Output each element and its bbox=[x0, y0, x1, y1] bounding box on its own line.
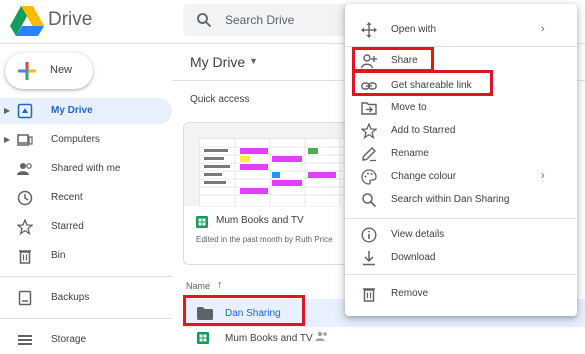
search-placeholder[interactable]: Search Drive bbox=[225, 13, 294, 27]
sheets-file-icon bbox=[196, 216, 208, 228]
search-icon[interactable] bbox=[196, 12, 212, 28]
sidebar-item-bin[interactable]: Bin bbox=[0, 243, 172, 269]
menu-item-label: Rename bbox=[391, 148, 429, 159]
sheets-file-icon bbox=[197, 332, 209, 344]
sidebar-item-recent[interactable]: Recent bbox=[0, 185, 172, 211]
star-icon bbox=[361, 123, 377, 139]
menu-item-label: Change colour bbox=[391, 171, 457, 182]
menu-item-view-details[interactable]: View details bbox=[345, 225, 577, 245]
sidebar-item-label: Backups bbox=[51, 292, 90, 303]
menu-divider bbox=[345, 274, 577, 275]
menu-item-rename[interactable]: Rename bbox=[345, 144, 577, 164]
chevron-right-icon: › bbox=[541, 170, 545, 182]
new-button-label: New bbox=[50, 64, 73, 76]
open-with-icon bbox=[361, 22, 377, 38]
menu-item-search-within[interactable]: Search within Dan Sharing bbox=[345, 190, 577, 210]
menu-item-move-to[interactable]: Move to bbox=[345, 98, 577, 118]
annotation-highlight-box bbox=[352, 47, 434, 72]
drive-logo[interactable] bbox=[10, 6, 44, 36]
expand-arrow-icon[interactable]: ▶ bbox=[4, 135, 10, 144]
card-file-name: Mum Books and TV bbox=[216, 215, 304, 226]
sidebar-item-label: Storage bbox=[51, 334, 87, 345]
new-button[interactable]: New bbox=[5, 53, 93, 89]
sidebar-divider bbox=[0, 318, 172, 319]
sidebar-item-my-drive[interactable]: ▶ My Drive bbox=[0, 98, 172, 124]
sidebar-divider bbox=[0, 276, 172, 277]
sidebar-item-storage[interactable]: Storage bbox=[0, 327, 172, 353]
menu-divider bbox=[345, 218, 577, 219]
search-icon bbox=[362, 193, 377, 208]
bin-icon bbox=[19, 250, 31, 264]
storage-icon bbox=[18, 335, 32, 345]
quick-access-heading: Quick access bbox=[190, 94, 250, 105]
sidebar-item-computers[interactable]: ▶ Computers bbox=[0, 127, 172, 153]
menu-item-label: Remove bbox=[391, 288, 429, 299]
chevron-right-icon: › bbox=[541, 23, 545, 35]
menu-item-download[interactable]: Download bbox=[345, 248, 577, 268]
my-drive-icon bbox=[17, 103, 33, 119]
menu-item-label: View details bbox=[391, 229, 445, 240]
plus-icon bbox=[18, 62, 36, 80]
shared-people-icon bbox=[315, 331, 327, 341]
sidebar-item-label: Starred bbox=[51, 221, 84, 232]
backups-icon bbox=[18, 290, 32, 306]
brand-name: Drive bbox=[48, 9, 93, 30]
info-icon bbox=[361, 227, 377, 243]
menu-item-label: Move to bbox=[391, 102, 427, 113]
sidebar-item-shared-with-me[interactable]: Shared with me bbox=[0, 156, 172, 182]
menu-item-label: Add to Starred bbox=[391, 125, 456, 136]
sidebar-item-backups[interactable]: Backups bbox=[0, 285, 172, 311]
page-title[interactable]: My Drive bbox=[190, 54, 245, 70]
shared-with-me-icon bbox=[17, 163, 32, 175]
menu-item-remove[interactable]: Remove bbox=[345, 284, 577, 304]
name-column-header[interactable]: Name bbox=[186, 281, 210, 291]
menu-item-label: Open with bbox=[391, 24, 437, 35]
sidebar-item-label: My Drive bbox=[51, 105, 93, 116]
rename-icon bbox=[362, 147, 376, 162]
palette-icon bbox=[361, 169, 377, 185]
recent-icon bbox=[17, 190, 33, 206]
annotation-highlight-box bbox=[352, 70, 493, 96]
menu-item-label: Download bbox=[391, 252, 436, 263]
star-icon bbox=[17, 219, 33, 235]
file-row-name: Mum Books and TV bbox=[225, 333, 313, 344]
menu-item-add-to-starred[interactable]: Add to Starred bbox=[345, 121, 577, 141]
chevron-down-icon[interactable]: ▼ bbox=[249, 56, 258, 66]
sidebar-item-starred[interactable]: Starred bbox=[0, 214, 172, 240]
sidebar-item-label: Bin bbox=[51, 250, 66, 261]
expand-arrow-icon[interactable]: ▶ bbox=[4, 106, 10, 115]
download-icon bbox=[363, 251, 375, 266]
card-file-subtitle: Edited in the past month by Ruth Price bbox=[196, 235, 333, 244]
drive-window: Drive Search Drive New ▶ My Drive ▶ Comp… bbox=[0, 0, 585, 354]
sort-arrow-icon[interactable]: ↑ bbox=[217, 279, 223, 291]
move-to-icon bbox=[361, 102, 377, 115]
sidebar-item-label: Recent bbox=[51, 192, 83, 203]
trash-icon bbox=[363, 288, 375, 302]
menu-item-label: Search within Dan Sharing bbox=[391, 194, 510, 205]
computers-icon bbox=[17, 134, 33, 146]
file-row-mum-books[interactable]: Mum Books and TV bbox=[183, 328, 585, 348]
sidebar-item-label: Shared with me bbox=[51, 163, 121, 174]
menu-item-open-with[interactable]: Open with › bbox=[345, 20, 577, 40]
annotation-highlight-box bbox=[183, 295, 305, 326]
sidebar-item-label: Computers bbox=[51, 134, 100, 145]
menu-item-change-colour[interactable]: Change colour › bbox=[345, 167, 577, 187]
